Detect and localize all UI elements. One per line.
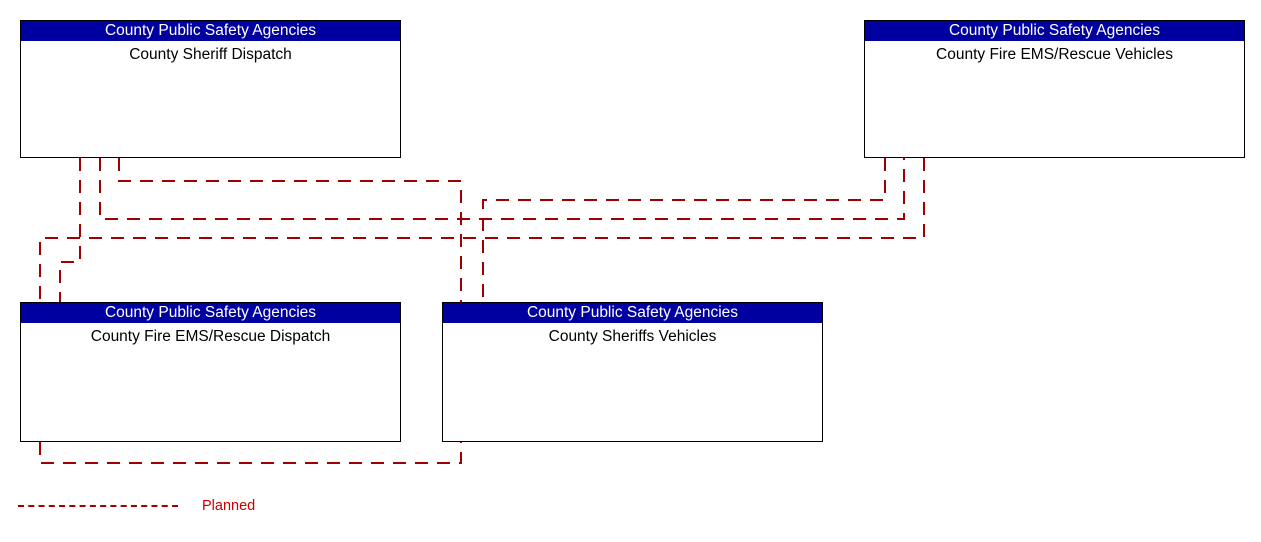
node-stakeholder-header: County Public Safety Agencies (865, 21, 1244, 41)
flow-flow-1[interactable] (59, 158, 81, 302)
node-stakeholder-header: County Public Safety Agencies (21, 303, 400, 323)
legend-planned-line-icon (18, 505, 178, 507)
node-title: County Fire EMS/Rescue Vehicles (936, 46, 1173, 63)
node-county-sheriffs-vehicles[interactable]: County Public Safety Agencies County Sher… (442, 302, 823, 442)
node-county-fire-ems-rescue-vehicles[interactable]: County Public Safety Agencies County Fire… (864, 20, 1245, 158)
node-county-fire-ems-rescue-dispatch[interactable]: County Public Safety Agencies County Fire… (20, 302, 401, 442)
node-title: County Sheriffs Vehicles (548, 328, 717, 345)
legend-planned-label: Planned (202, 498, 256, 514)
node-county-sheriff-dispatch[interactable]: County Public Safety Agencies County Sher… (20, 20, 401, 158)
node-stakeholder-header: County Public Safety Agencies (443, 303, 822, 323)
node-stakeholder-header: County Public Safety Agencies (21, 21, 400, 41)
node-title: County Fire EMS/Rescue Dispatch (90, 328, 331, 345)
flow-flow-4[interactable] (482, 158, 886, 302)
flow-flow-6[interactable] (39, 442, 462, 464)
architecture-interconnect-diagram: County Public Safety Agencies County Sher… (0, 0, 1261, 542)
legend: Planned (18, 498, 255, 514)
node-title: County Sheriff Dispatch (129, 46, 292, 63)
flow-flow-3[interactable] (118, 158, 462, 302)
flow-flow-2[interactable] (99, 158, 905, 220)
